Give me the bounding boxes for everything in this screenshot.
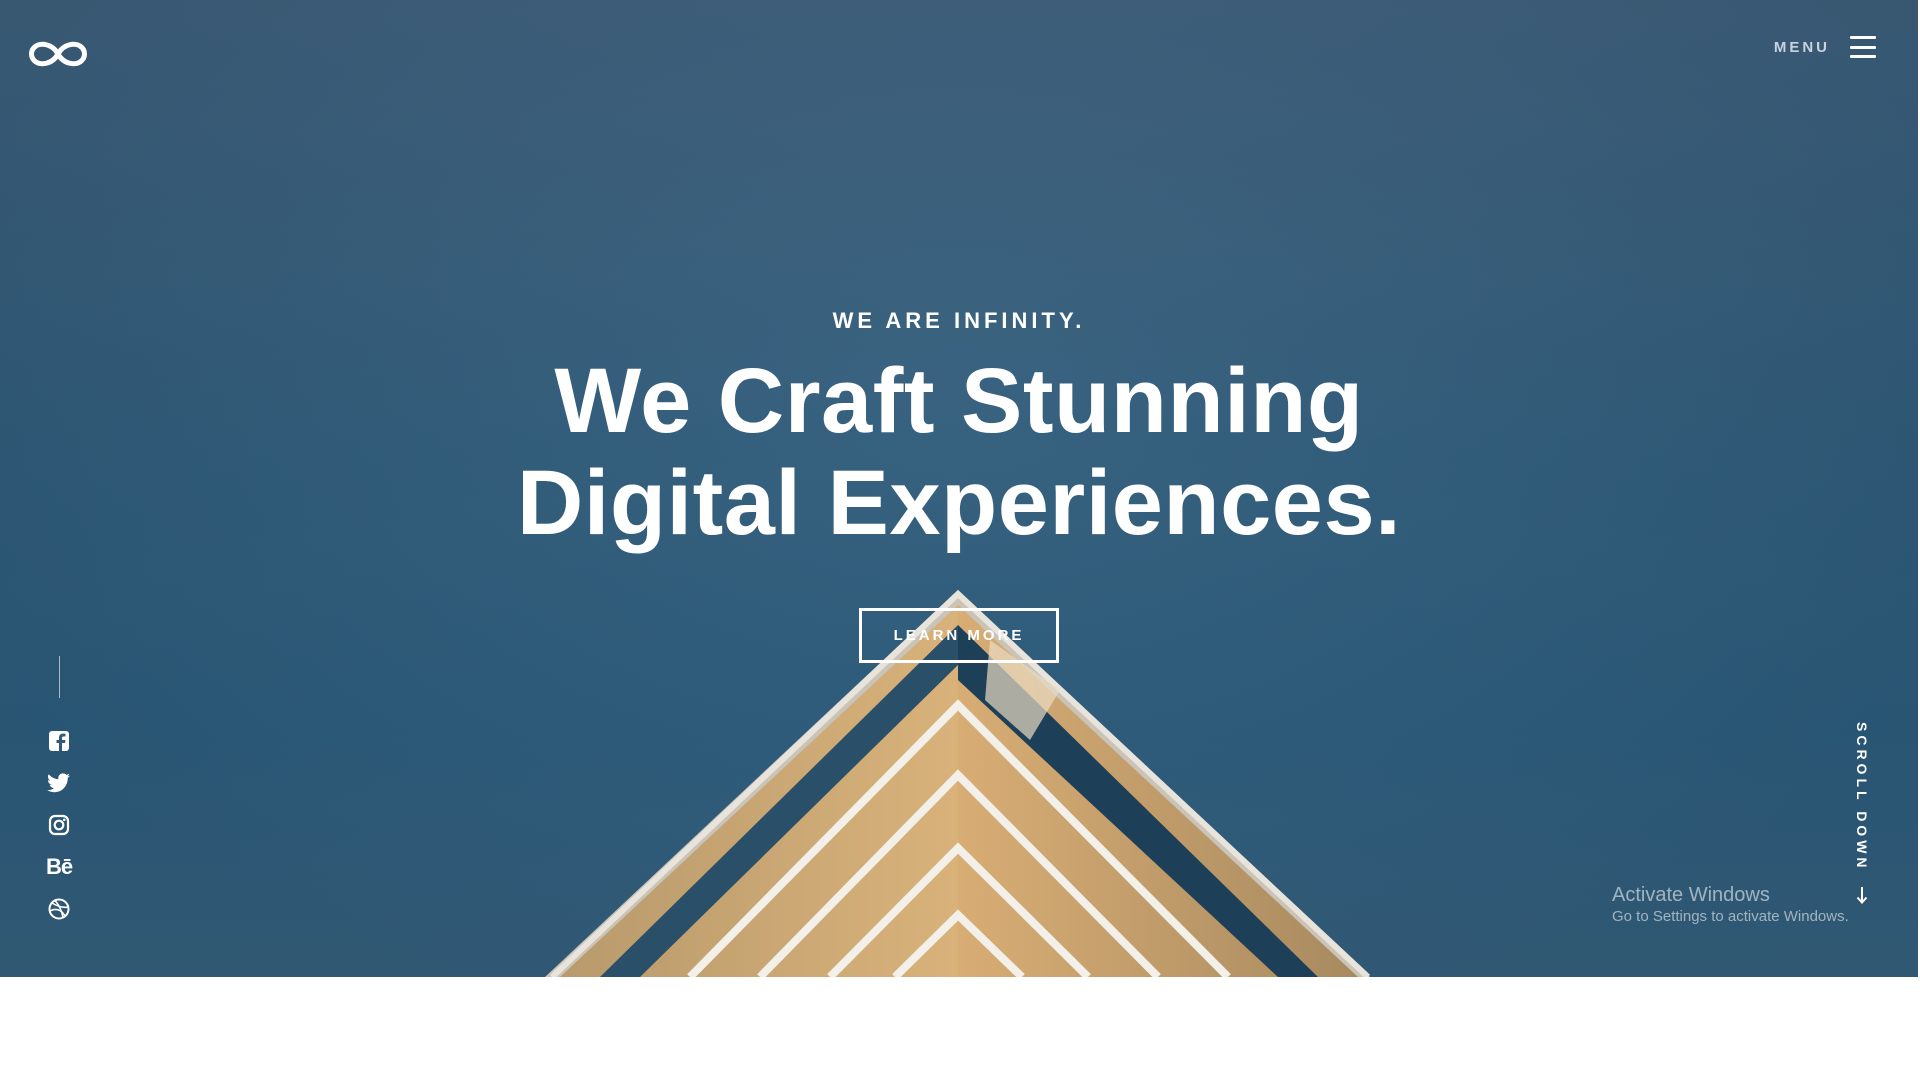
instagram-icon[interactable] [44, 804, 74, 846]
social-links: Bē [44, 656, 74, 930]
twitter-icon[interactable] [44, 762, 74, 804]
scroll-down[interactable]: SCROLL DOWN [1854, 722, 1870, 904]
hero-headline: We Craft Stunning Digital Experiences. [0, 350, 1918, 554]
headline-line-2: Digital Experiences. [516, 452, 1402, 554]
behance-icon[interactable]: Bē [44, 846, 74, 888]
hamburger-icon[interactable] [1850, 36, 1876, 58]
dribbble-icon[interactable] [44, 888, 74, 930]
scroll-down-label: SCROLL DOWN [1854, 722, 1870, 872]
menu-label: MENU [1773, 38, 1830, 56]
windows-activation-watermark: Activate Windows Go to Settings to activ… [1612, 883, 1849, 927]
hero-content: WE ARE INFINITY. We Craft Stunning Digit… [0, 308, 1918, 663]
arrow-down-icon [1856, 886, 1868, 904]
watermark-subtitle: Go to Settings to activate Windows. [1612, 908, 1849, 925]
hero-kicker: WE ARE INFINITY. [832, 308, 1086, 333]
menu-toggle[interactable]: MENU [1774, 36, 1876, 58]
facebook-icon[interactable] [44, 720, 74, 762]
learn-more-button[interactable]: LEARN MORE [858, 608, 1060, 663]
hero-section: MENU WE ARE INFINITY. We Craft Stunning … [0, 0, 1918, 977]
headline-line-1: We Craft Stunning [554, 350, 1364, 452]
watermark-title: Activate Windows [1612, 884, 1770, 906]
social-divider [58, 656, 60, 698]
infinity-logo-icon[interactable] [28, 38, 88, 70]
